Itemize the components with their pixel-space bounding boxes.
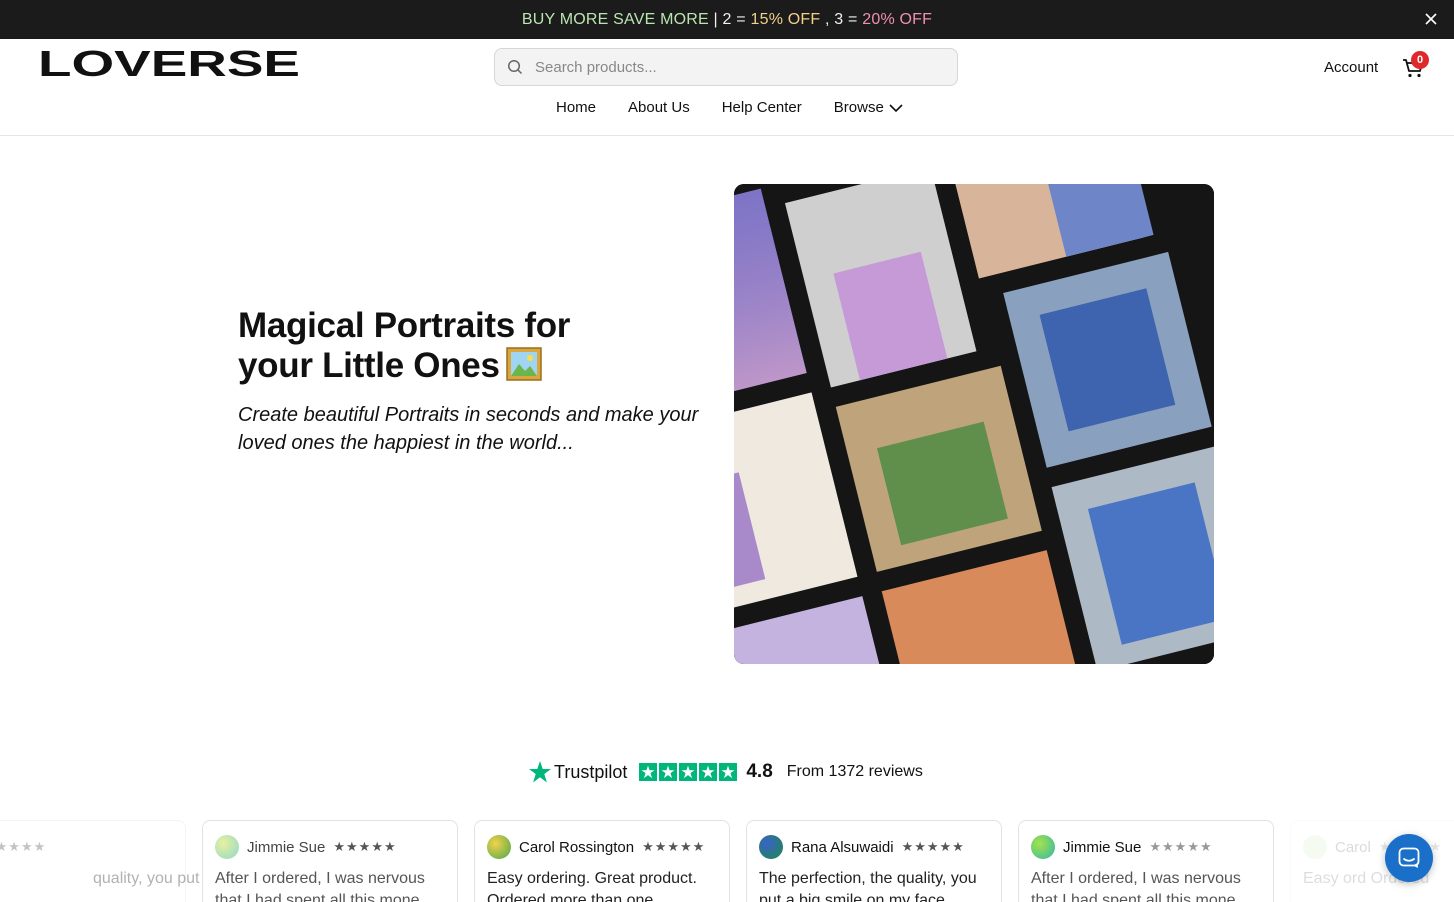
svg-text:LOVERSE: LOVERSE: [38, 49, 300, 79]
review-card[interactable]: ★★★★★ quality, you put a big smile on my…: [0, 820, 363, 902]
trustpilot-review-count: From 1372 reviews: [786, 763, 923, 780]
chevron-down-icon: [889, 103, 903, 112]
close-icon[interactable]: [1422, 10, 1440, 28]
review-text: Easy ordering. Great product. Ordered mo…: [487, 870, 697, 902]
review-stars: ★★★★★: [901, 839, 965, 854]
review-card[interactable]: Jimmie Sue ★★★★★ After I ordered, I was …: [202, 820, 458, 902]
announcement-text-4: , 3 =: [820, 10, 863, 28]
trustpilot-rating[interactable]: Trustpilot 4.8 From 1372 reviews: [528, 757, 923, 787]
announcement-text-1: BUY MORE SAVE MORE: [521, 10, 709, 28]
reviewer-name: Jimmie Sue: [247, 838, 326, 856]
nav-browse-label: Browse: [833, 99, 884, 116]
cart-count-badge: 0: [1411, 51, 1429, 69]
site-header: LOVERSE Account 0 Home About Us Help Cen…: [0, 39, 1454, 136]
review-text: quality, you put a big smile on my face: [93, 870, 363, 887]
chat-icon: [1398, 847, 1420, 868]
nav-help-center[interactable]: Help Center: [722, 99, 802, 116]
review-card[interactable]: Carol Rossington ★★★★★ Easy ordering. Gr…: [474, 820, 730, 902]
reviewer-name: Rana Alsuwaidi: [791, 838, 894, 856]
announcement-text-3: 15% OFF: [750, 10, 821, 28]
account-link[interactable]: Account: [1324, 59, 1378, 76]
announcement-text-2: | 2 =: [708, 10, 751, 28]
nav-about-us[interactable]: About Us: [628, 99, 690, 116]
search-input[interactable]: [535, 58, 935, 76]
search-bar[interactable]: [494, 48, 958, 86]
review-text: After I ordered, I was nervous that I ha…: [215, 870, 425, 902]
review-card[interactable]: Rana Alsuwaidi ★★★★★ The perfection, the…: [746, 820, 1002, 902]
nav-home[interactable]: Home: [556, 99, 596, 116]
trustpilot-stars: [639, 763, 738, 781]
review-header: ★★★★★: [0, 835, 173, 859]
hero-title-line-1: Magical Portraits for: [238, 306, 571, 345]
main-nav: Home About Us Help Center Browse: [556, 99, 903, 116]
review-card[interactable]: Jimmie Sue ★★★★★ After I ordered, I was …: [1018, 820, 1274, 902]
trustpilot-star-icon: [659, 763, 678, 781]
trustpilot-star-icon: [679, 763, 698, 781]
framed-picture-emoji: [505, 347, 542, 381]
review-header: Rana Alsuwaidi ★★★★★: [759, 835, 989, 859]
review-stars: ★★★★★: [1149, 839, 1213, 854]
avatar: [759, 835, 783, 859]
review-header: Carol Rossington ★★★★★: [487, 835, 717, 859]
trustpilot-star-icon: [719, 763, 738, 781]
review-text: The perfection, the quality, you put a b…: [759, 870, 977, 902]
trustpilot-star-icon: [699, 763, 718, 781]
avatar: [487, 835, 511, 859]
review-header: Jimmie Sue ★★★★★: [215, 835, 445, 859]
brand-logo[interactable]: LOVERSE: [38, 49, 302, 79]
review-text: Easy ord Ordered: [1303, 870, 1430, 887]
search-icon: [507, 59, 523, 75]
reviews-carousel: ★★★★★ quality, you put a big smile on my…: [0, 820, 1454, 902]
hero-title-line-2: your Little Ones: [238, 346, 500, 385]
avatar: [1031, 835, 1055, 859]
chat-launcher-button[interactable]: [1385, 834, 1433, 882]
trustpilot-score: 4.8: [746, 761, 773, 782]
review-text: After I ordered, I was nervous that I ha…: [1031, 870, 1241, 902]
announcement-bar: BUY MORE SAVE MORE | 2 = 15% OFF , 3 = 2…: [0, 0, 1454, 39]
trustpilot-brand: Trustpilot: [554, 761, 628, 782]
trustpilot-logo: Trustpilot: [528, 760, 627, 784]
portrait-collage-image: [734, 184, 1214, 664]
hero-title: Magical Portraits for your Little Ones: [238, 306, 698, 386]
trustpilot-star-icon: [639, 763, 658, 781]
avatar: [1303, 835, 1327, 859]
reviewer-name: Carol: [1335, 838, 1371, 856]
reviewer-name: Carol Rossington: [519, 838, 635, 856]
review-stars: ★★★★★: [0, 839, 47, 854]
hero-title-line-2-wrap: your Little Ones: [238, 346, 698, 386]
nav-browse[interactable]: Browse: [834, 99, 903, 116]
announcement-text-5: 20% OFF: [862, 10, 933, 28]
avatar: [215, 835, 239, 859]
review-stars: ★★★★★: [642, 839, 706, 854]
review-stars: ★★★★★: [333, 839, 397, 854]
trustpilot-star-icon: [529, 761, 551, 783]
hero-subtitle: Create beautiful Portraits in seconds an…: [238, 404, 699, 454]
reviewer-name: Jimmie Sue: [1063, 838, 1142, 856]
review-header: Jimmie Sue ★★★★★: [1031, 835, 1261, 859]
